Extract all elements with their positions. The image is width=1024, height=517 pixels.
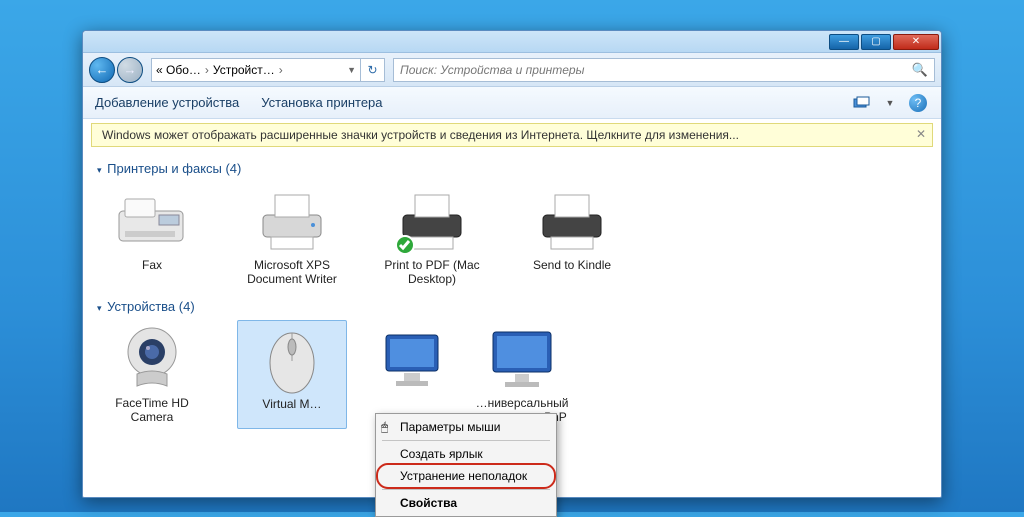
help-icon: ? [909, 94, 927, 112]
add-device-button[interactable]: Добавление устройства [95, 95, 239, 110]
monitor-icon [382, 324, 442, 394]
content-area: ▾ Принтеры и факсы (4) Fax Microsoft XPS… [83, 149, 941, 433]
nav-forward-button[interactable]: → [117, 57, 143, 83]
breadcrumb-segment[interactable]: « Обо… [156, 63, 201, 77]
group-header-label: Устройства (4) [107, 299, 195, 314]
titlebar[interactable]: — ▢ ✕ [83, 31, 941, 53]
minimize-button[interactable]: — [829, 34, 859, 50]
context-menu-item-mouse-settings[interactable]: 🖱 Параметры мыши [378, 416, 554, 438]
search-placeholder: Поиск: Устройства и принтеры [400, 63, 584, 77]
group-header-devices[interactable]: ▾ Устройства (4) [97, 299, 927, 314]
device-item-kindle[interactable]: Send to Kindle [517, 182, 627, 291]
device-label: Virtual M… [238, 397, 346, 415]
printers-group: Fax Microsoft XPS Document Writer Print … [97, 182, 927, 291]
printer-icon [532, 186, 612, 256]
context-menu-item-properties[interactable]: Свойства [378, 492, 554, 514]
maximize-button[interactable]: ▢ [861, 34, 891, 50]
explorer-window: — ▢ ✕ ← → « Обо… › Устройст… › ▼ ↻ Поиск… [82, 30, 942, 498]
add-printer-button[interactable]: Установка принтера [261, 95, 382, 110]
device-label: Send to Kindle [517, 258, 627, 276]
device-item-xps[interactable]: Microsoft XPS Document Writer [237, 182, 347, 291]
info-bar-text: Windows может отображать расширенные зна… [102, 128, 739, 142]
context-menu-label: Создать ярлык [400, 447, 483, 461]
mouse-icon [252, 325, 332, 395]
breadcrumb-segment[interactable]: Устройст… [213, 63, 275, 77]
device-item-camera[interactable]: FaceTime HD Camera [97, 320, 207, 429]
group-header-label: Принтеры и факсы (4) [107, 161, 241, 176]
collapse-icon: ▾ [97, 165, 102, 175]
group-header-printers[interactable]: ▾ Принтеры и факсы (4) [97, 161, 927, 176]
device-label: FaceTime HD Camera [97, 396, 207, 429]
device-item-printpdf[interactable]: Print to PDF (Mac Desktop) [377, 182, 487, 291]
context-menu-label: Свойства [400, 496, 457, 510]
refresh-button[interactable]: ↻ [361, 58, 385, 82]
toolbar: Добавление устройства Установка принтера… [83, 87, 941, 119]
default-check-icon [394, 234, 416, 256]
help-button[interactable]: ? [907, 94, 929, 112]
context-menu-item-create-shortcut[interactable]: Создать ярлык [378, 443, 554, 465]
breadcrumb-separator: › [277, 63, 285, 77]
device-label: Print to PDF (Mac Desktop) [377, 258, 487, 291]
nav-back-button[interactable]: ← [89, 57, 115, 83]
context-menu: 🖱 Параметры мыши Создать ярлык Устранени… [375, 413, 557, 517]
device-item-mouse[interactable]: Virtual M… [237, 320, 347, 429]
context-menu-label: Параметры мыши [400, 420, 501, 434]
monitor-icon [482, 324, 562, 394]
device-label: Fax [97, 258, 207, 276]
navbar: ← → « Обо… › Устройст… › ▼ ↻ Поиск: Устр… [83, 53, 941, 87]
search-icon: 🔍 [912, 62, 928, 78]
search-input[interactable]: Поиск: Устройства и принтеры 🔍 [393, 58, 935, 82]
breadcrumb[interactable]: « Обо… › Устройст… › ▼ [151, 58, 361, 82]
close-button[interactable]: ✕ [893, 34, 939, 50]
breadcrumb-separator: › [203, 63, 211, 77]
context-menu-separator [382, 489, 550, 490]
view-dropdown-icon[interactable]: ▼ [879, 94, 901, 112]
collapse-icon: ▾ [97, 303, 102, 313]
mouse-icon: 🖱 [381, 420, 388, 435]
breadcrumb-dropdown-icon[interactable]: ▼ [347, 65, 356, 75]
fax-icon [112, 186, 192, 256]
device-item-fax[interactable]: Fax [97, 182, 207, 291]
printer-icon [392, 186, 472, 256]
context-menu-item-troubleshoot[interactable]: Устранение неполадок [378, 465, 554, 487]
context-menu-separator [382, 440, 550, 441]
printer-icon [252, 186, 332, 256]
info-bar[interactable]: Windows может отображать расширенные зна… [91, 123, 933, 147]
webcam-icon [112, 324, 192, 394]
view-options-icon[interactable] [851, 94, 873, 112]
context-menu-label: Устранение неполадок [400, 469, 527, 483]
device-label: Microsoft XPS Document Writer [237, 258, 347, 291]
info-bar-close-icon[interactable]: ✕ [916, 127, 926, 141]
